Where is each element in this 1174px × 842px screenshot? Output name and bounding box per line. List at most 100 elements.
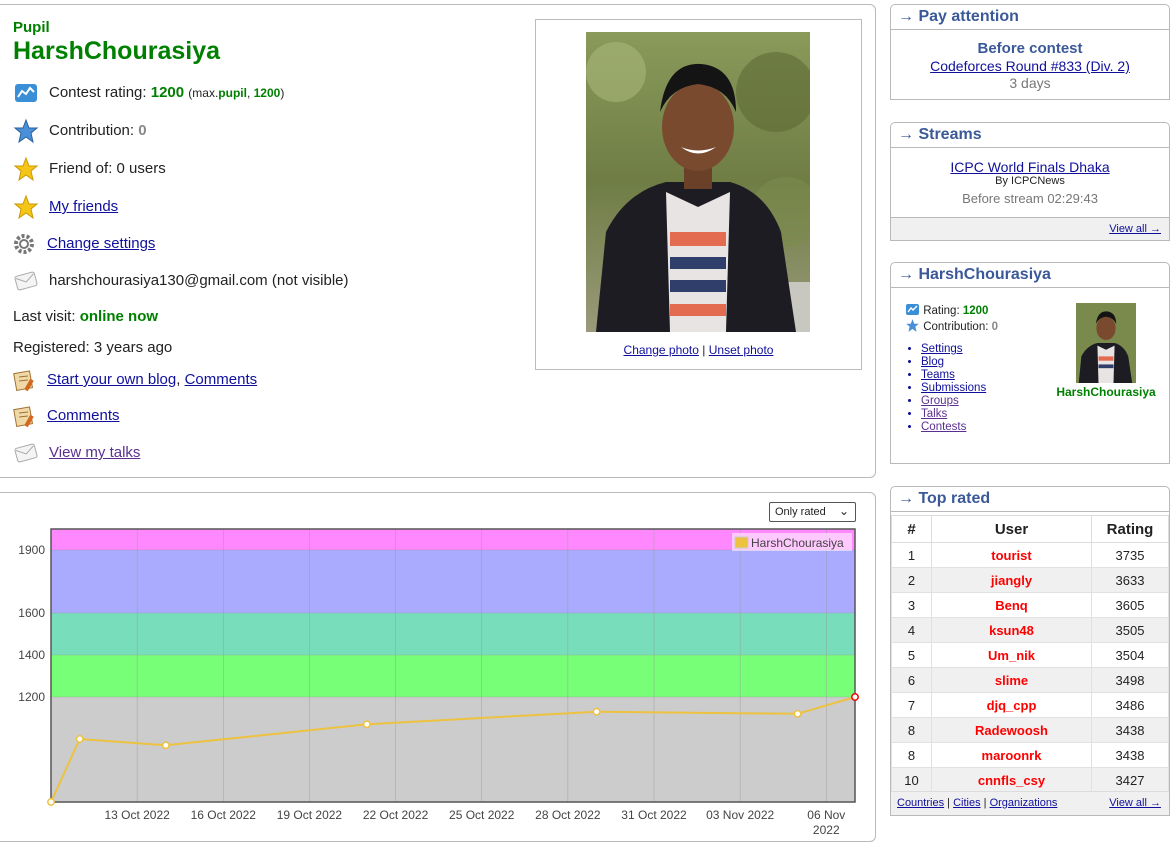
photo-links: Change photo | Unset photo [623, 343, 774, 357]
top-rated-box: → Top rated # User Rating 1 tourist 3735 2 j… [890, 486, 1170, 816]
unset-photo-link[interactable]: Unset photo [709, 343, 774, 357]
change-settings-link[interactable]: Change settings [47, 235, 155, 252]
max-rating-prefix: (max. [188, 86, 219, 100]
table-row: 4 ksun48 3505 [891, 617, 1169, 643]
user-link[interactable]: cnnfls_csy [978, 773, 1045, 788]
rating-cell: 3735 [1091, 542, 1169, 568]
blog-icon [13, 370, 34, 392]
max-rank: pupil [218, 86, 247, 100]
table-row: 6 slime 3498 [891, 667, 1169, 693]
user-cell: ksun48 [931, 617, 1092, 643]
x-tick-label: 06 Nov [807, 808, 845, 822]
rank-cell: 3 [891, 592, 932, 618]
user-link[interactable]: Benq [995, 598, 1028, 613]
rating-cell: 3427 [1091, 767, 1169, 793]
list-item: Contests [921, 421, 986, 434]
sidebar-contribution-row: Contribution: 0 [905, 318, 998, 333]
rating-cell: 3498 [1091, 667, 1169, 693]
stream-link[interactable]: ICPC World Finals Dhaka [950, 159, 1109, 175]
countries-link[interactable]: Countries [897, 797, 944, 809]
rated-filter-select[interactable]: Only rated ⌄ [769, 502, 856, 522]
table-row: 1 tourist 3735 [891, 542, 1169, 568]
email-text: harshchourasiya130@gmail.com (not visibl… [49, 272, 349, 289]
view-talks-link[interactable]: View my talks [49, 444, 140, 461]
user-link[interactable]: Um_nik [988, 648, 1035, 663]
sidebar-link-settings[interactable]: Settings [921, 343, 963, 355]
data-point [75, 735, 84, 743]
sidebar-link-teams[interactable]: Teams [921, 369, 955, 381]
rank-cell: 1 [891, 542, 932, 568]
rating-graph-box: 1200 1400 1600 1900 13 Oct 2022 16 Oct 2022 19… [0, 492, 876, 842]
top-rated-view-all-link[interactable]: View all → [1109, 797, 1161, 809]
column-header: # [891, 515, 932, 543]
upcoming-contest-link[interactable]: Codeforces Round #833 (Div. 2) [930, 58, 1130, 74]
rank-cell: 4 [891, 617, 932, 643]
user-link[interactable]: Radewoosh [975, 723, 1048, 738]
column-header: Rating [1091, 515, 1169, 543]
registered-text: Registered: 3 years ago [13, 339, 173, 356]
user-cell: maroonrk [931, 742, 1092, 768]
friend-of-text: Friend of: 0 users [49, 160, 166, 177]
top-rated-title: → Top rated [891, 487, 1169, 512]
sidebar-link-submissions[interactable]: Submissions [921, 382, 986, 394]
start-blog-link[interactable]: Start your own blog [47, 371, 176, 388]
legend-swatch [734, 536, 749, 549]
cities-link[interactable]: Cities [953, 797, 981, 809]
rank-band [51, 613, 855, 655]
rank-cell: 8 [891, 742, 932, 768]
x-tick-label: 16 Oct 2022 [191, 808, 257, 822]
last-visit-label: Last visit: [13, 308, 76, 325]
user-link[interactable]: djq_cpp [987, 698, 1037, 713]
organizations-link[interactable]: Organizations [990, 797, 1058, 809]
gold-star-icon [13, 194, 39, 220]
list-item: Groups [921, 395, 986, 408]
my-friends-link[interactable]: My friends [49, 198, 118, 215]
table-row: 7 djq_cpp 3486 [891, 692, 1169, 718]
sidebar-rating-row: Rating: 1200 [905, 302, 988, 317]
blog-comments-link[interactable]: Comments [185, 371, 258, 388]
chevron-down-icon: ⌄ [838, 504, 849, 518]
streams-view-all-link[interactable]: View all → [1109, 223, 1161, 235]
rated-filter-value: Only rated [775, 506, 826, 518]
user-handle: HarshChourasiya [13, 37, 221, 65]
pay-attention-title: → Pay attention [891, 5, 1169, 30]
x-tick-label-year: 2022 [813, 823, 840, 837]
sidebar-link-talks[interactable]: Talks [921, 408, 947, 420]
y-tick-label: 1900 [18, 543, 45, 557]
list-item: Blog [921, 356, 986, 369]
rating-cell: 3504 [1091, 642, 1169, 668]
data-point [47, 798, 55, 806]
top-rated-table: # User Rating 1 tourist 3735 2 jiangly 3633 3 B… [891, 515, 1169, 793]
change-photo-link[interactable]: Change photo [624, 343, 699, 357]
sidebar-link-blog[interactable]: Blog [921, 356, 944, 368]
sidebar-link-groups[interactable]: Groups [921, 395, 959, 407]
gear-icon [14, 234, 34, 254]
user-sidebar-title: → HarshChourasiya [891, 263, 1169, 288]
rank-cell: 7 [891, 692, 932, 718]
x-tick-label: 22 Oct 2022 [363, 808, 429, 822]
data-point [851, 693, 859, 701]
sidebar-user-name: HarshChourasiya [1056, 385, 1156, 399]
user-cell: tourist [931, 542, 1092, 568]
user-rank: Pupil [13, 19, 50, 36]
envelope-icon [14, 443, 38, 463]
before-contest-label: Before contest [977, 40, 1083, 57]
table-row: 5 Um_nik 3504 [891, 642, 1169, 668]
sidebar-link-contests[interactable]: Contests [921, 421, 966, 433]
data-point [793, 709, 802, 718]
comments-link[interactable]: Comments [47, 407, 120, 424]
user-link[interactable]: slime [995, 673, 1028, 688]
x-tick-label: 25 Oct 2022 [449, 808, 515, 822]
user-link[interactable]: tourist [991, 548, 1031, 563]
user-link[interactable]: maroonrk [982, 748, 1042, 763]
legend-label: HarshChourasiya [751, 536, 844, 550]
photo-frame: Change photo | Unset photo [535, 19, 862, 370]
rating-cell: 3605 [1091, 592, 1169, 618]
table-row: 8 Radewoosh 3438 [891, 717, 1169, 743]
rating-chart: 1200 1400 1600 1900 13 Oct 2022 16 Oct 2022 19… [18, 528, 859, 837]
user-link[interactable]: jiangly [991, 573, 1032, 588]
rating-cell: 3438 [1091, 717, 1169, 743]
data-point [592, 707, 601, 716]
column-header: User [931, 515, 1092, 543]
user-link[interactable]: ksun48 [989, 623, 1034, 638]
